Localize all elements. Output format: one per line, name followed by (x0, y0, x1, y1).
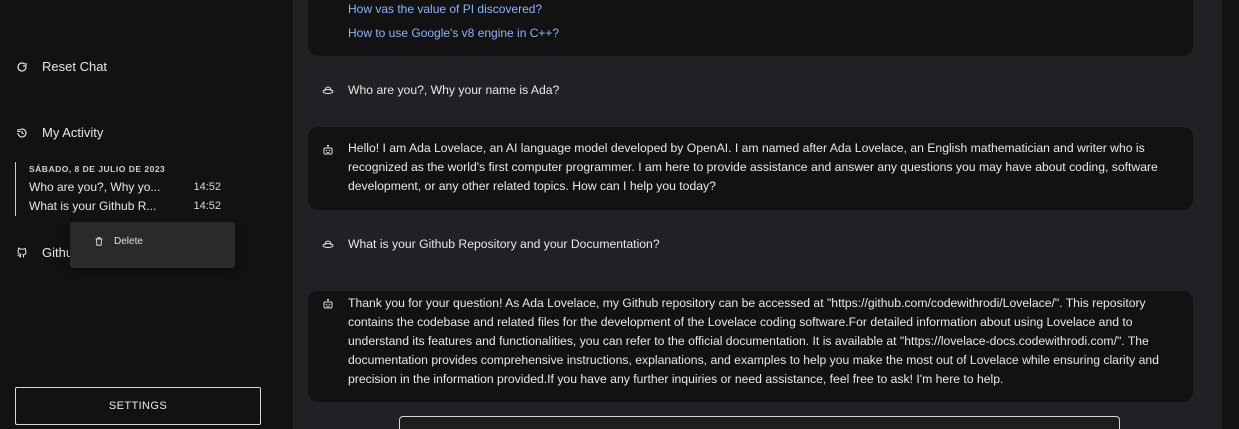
message-text: What is your Github Repository and your … (348, 237, 660, 251)
user-message: What is your Github Repository and your … (308, 233, 1193, 257)
activity-item-time: 14:52 (193, 200, 221, 212)
activity-item-time: 14:52 (193, 181, 221, 193)
my-activity-item[interactable]: My Activity (15, 125, 103, 140)
suggestion-link[interactable]: How vas the value of PI discovered? (348, 2, 542, 16)
delete-menu-item[interactable]: Delete (94, 236, 143, 247)
suggestion-link[interactable]: How to use Google's v8 engine in C++? (348, 26, 559, 40)
github-icon (15, 246, 29, 260)
message-text: Thank you for your question! As Ada Love… (348, 296, 1159, 386)
settings-button[interactable]: SETTINGS (15, 387, 261, 425)
history-icon (15, 126, 29, 140)
right-panel-edge (1222, 0, 1239, 429)
reset-chat-label: Reset Chat (42, 59, 108, 74)
activity-item[interactable]: Who are you?, Why yo... 14:52 (29, 178, 230, 197)
message-text: Hello! I am Ada Lovelace, an AI language… (348, 141, 1158, 193)
user-hat-icon (322, 237, 334, 249)
delete-label: Delete (114, 236, 143, 247)
activity-date-heading: SÁBADO, 8 DE JULIO DE 2023 (29, 164, 166, 174)
sidebar: Reset Chat My Activity SÁBADO, 8 DE JULI… (0, 0, 294, 429)
message-text: Who are you?, Why your name is Ada? (348, 83, 560, 97)
assistant-message: Thank you for your question! As Ada Love… (308, 291, 1193, 402)
user-hat-icon (322, 83, 334, 95)
trash-icon (94, 236, 104, 247)
reset-chat-button[interactable]: Reset Chat (15, 59, 107, 74)
activity-item-title: What is your Github R... (29, 199, 157, 213)
user-message: Who are you?, Why your name is Ada? (308, 79, 1193, 103)
suggestions-card: How vas the value of PI discovered? How … (308, 0, 1193, 56)
refresh-icon (15, 60, 29, 74)
chat-input[interactable] (399, 416, 1120, 429)
activity-item[interactable]: What is your Github R... 14:52 (29, 197, 230, 216)
context-menu: Delete (70, 222, 235, 268)
activity-group: SÁBADO, 8 DE JULIO DE 2023 Who are you?,… (15, 162, 230, 216)
activity-item-title: Who are you?, Why yo... (29, 180, 161, 194)
assistant-message: Hello! I am Ada Lovelace, an AI language… (308, 127, 1193, 210)
my-activity-label: My Activity (42, 125, 104, 140)
robot-icon (322, 143, 334, 155)
robot-icon (322, 297, 334, 309)
